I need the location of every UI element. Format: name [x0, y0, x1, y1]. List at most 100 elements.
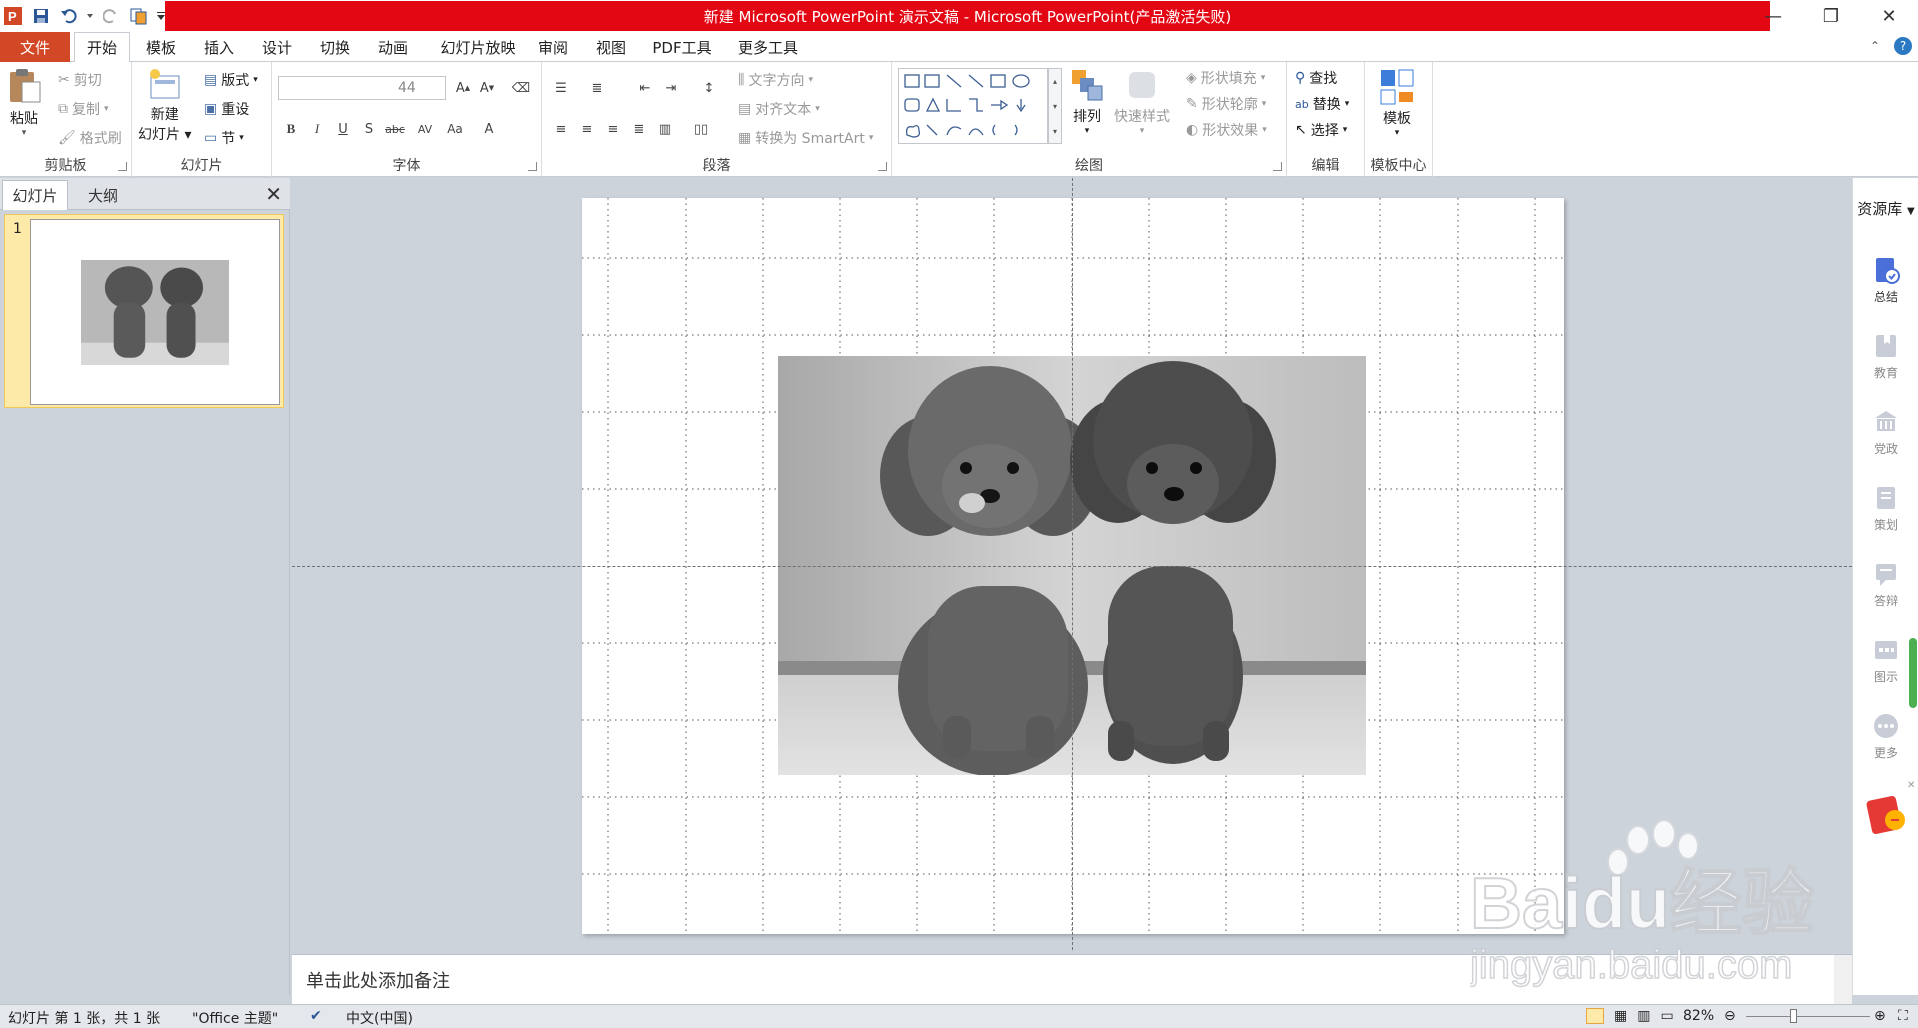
- font-name-box[interactable]: [278, 76, 398, 100]
- strikethrough-icon[interactable]: abc: [384, 118, 406, 140]
- cut-button[interactable]: ✂ 剪切: [58, 70, 102, 90]
- shapes-scroll[interactable]: ▴ ▾ ▾: [1048, 68, 1062, 144]
- tab-review[interactable]: 审阅: [530, 32, 576, 62]
- replace-button[interactable]: ab 替换 ▾: [1295, 94, 1349, 114]
- paragraph-launcher-icon[interactable]: [878, 162, 887, 171]
- sidebar-item-summary[interactable]: 总结: [1853, 256, 1918, 305]
- undo-dropdown-icon[interactable]: [86, 5, 94, 27]
- align-right-icon[interactable]: ≡: [602, 118, 624, 140]
- find-button[interactable]: ⚲ 查找: [1295, 68, 1337, 88]
- copy-button[interactable]: ⧉ 复制 ▾: [58, 99, 109, 119]
- decrease-indent-icon[interactable]: ⇤: [634, 77, 656, 99]
- fit-to-window-icon[interactable]: ⛶: [1898, 1008, 1908, 1024]
- numbering-icon[interactable]: ≣: [586, 77, 608, 99]
- section-button[interactable]: ▭ 节 ▾: [204, 128, 244, 148]
- new-slide-button[interactable]: 新建 幻灯片 ▾: [138, 68, 191, 144]
- bold-icon[interactable]: B: [280, 118, 302, 140]
- shape-fill-button[interactable]: ◈ 形状填充 ▾: [1186, 68, 1265, 88]
- font-launcher-icon[interactable]: [528, 162, 537, 171]
- grow-font-icon[interactable]: A ▲: [452, 77, 474, 99]
- bullets-icon[interactable]: ☰: [550, 77, 572, 99]
- slide-sorter-icon[interactable]: ▦: [1614, 1008, 1627, 1024]
- sidebar-scroll-indicator[interactable]: [1909, 638, 1917, 708]
- zoom-out-icon[interactable]: ⊖: [1724, 1008, 1736, 1024]
- pane-tab-outline[interactable]: 大纲: [70, 180, 136, 210]
- arrange-button[interactable]: 排列 ▾: [1070, 68, 1104, 136]
- undo-icon[interactable]: [58, 5, 80, 27]
- tab-slideshow[interactable]: 幻灯片放映: [428, 32, 528, 62]
- minimize-button[interactable]: —: [1744, 0, 1802, 32]
- collapse-ribbon-icon[interactable]: ⌃: [1870, 39, 1880, 53]
- zoom-slider-thumb[interactable]: [1790, 1009, 1797, 1023]
- clipboard-launcher-icon[interactable]: [118, 162, 127, 171]
- tab-animations[interactable]: 动画: [370, 32, 416, 62]
- paste-button[interactable]: 粘贴 ▾: [6, 68, 42, 138]
- tab-pdf-tools[interactable]: PDF工具: [646, 32, 718, 62]
- align-text-button[interactable]: ▤ 对齐文本 ▾: [738, 99, 820, 119]
- close-button[interactable]: ✕: [1860, 0, 1918, 32]
- vertical-guide[interactable]: [1072, 178, 1073, 950]
- shapes-gallery[interactable]: [898, 68, 1048, 144]
- char-spacing-icon[interactable]: AV: [414, 118, 436, 140]
- help-icon[interactable]: ?: [1894, 37, 1912, 55]
- theme-name[interactable]: "Office 主题": [192, 1008, 278, 1028]
- align-left-icon[interactable]: ≡: [550, 118, 572, 140]
- redo-icon[interactable]: [100, 5, 122, 27]
- clear-format-icon[interactable]: ⌫: [510, 77, 532, 99]
- format-painter-button[interactable]: 🖌 格式刷: [58, 128, 122, 148]
- font-size-box[interactable]: 44: [394, 76, 446, 100]
- normal-view-icon[interactable]: [1586, 1008, 1604, 1024]
- reading-view-icon[interactable]: ▥: [1637, 1008, 1650, 1024]
- distributed-icon[interactable]: ▥: [654, 118, 676, 140]
- language[interactable]: 中文(中国): [346, 1008, 413, 1028]
- shadow-icon[interactable]: S: [358, 118, 380, 140]
- shrink-font-icon[interactable]: A ▼: [476, 77, 498, 99]
- pane-tab-slides[interactable]: 幻灯片: [2, 180, 68, 210]
- restore-button[interactable]: ❐: [1802, 0, 1860, 32]
- columns-icon[interactable]: ▯▯: [690, 118, 712, 140]
- sidebar-item-defense[interactable]: 答辩: [1853, 560, 1918, 609]
- template-button[interactable]: 模板 ▾: [1379, 68, 1415, 138]
- select-button[interactable]: ↖ 选择 ▾: [1295, 120, 1347, 140]
- close-pane-icon[interactable]: ✕: [265, 182, 282, 206]
- notes-scrollbar[interactable]: [1834, 955, 1852, 1005]
- line-spacing-icon[interactable]: ↕: [698, 77, 720, 99]
- text-direction-button[interactable]: ⫼ 文字方向 ▾: [738, 70, 813, 90]
- sidebar-item-education[interactable]: 教育: [1853, 332, 1918, 381]
- shape-effects-button[interactable]: ◐ 形状效果 ▾: [1186, 120, 1267, 140]
- zoom-level[interactable]: 82%: [1683, 1008, 1714, 1024]
- tab-file[interactable]: 文件: [0, 32, 70, 62]
- shape-outline-button[interactable]: ✎ 形状轮廓 ▾: [1186, 94, 1266, 114]
- reset-button[interactable]: ▣ 重设: [204, 99, 249, 119]
- resource-library-title[interactable]: 资源库 ▼: [1853, 198, 1918, 219]
- tab-templates[interactable]: 模板: [138, 32, 184, 62]
- slide-thumbnail[interactable]: [30, 219, 280, 405]
- zoom-slider[interactable]: [1746, 1016, 1870, 1017]
- underline-icon[interactable]: U: [332, 118, 354, 140]
- tab-insert[interactable]: 插入: [196, 32, 242, 62]
- tab-view[interactable]: 视图: [588, 32, 634, 62]
- tab-more-tools[interactable]: 更多工具: [730, 32, 806, 62]
- spellcheck-icon[interactable]: ✔: [310, 1008, 322, 1024]
- drawing-launcher-icon[interactable]: [1273, 162, 1282, 171]
- italic-icon[interactable]: I: [306, 118, 328, 140]
- sidebar-item-party-gov[interactable]: 党政: [1853, 408, 1918, 457]
- tab-transitions[interactable]: 切换: [312, 32, 358, 62]
- start-slideshow-icon[interactable]: [128, 5, 150, 27]
- red-envelope-icon[interactable]: [1865, 790, 1909, 840]
- increase-indent-icon[interactable]: ⇥: [660, 77, 682, 99]
- change-case-icon[interactable]: Aa: [444, 118, 466, 140]
- slideshow-view-icon[interactable]: ▭: [1660, 1008, 1673, 1024]
- font-color-icon[interactable]: A: [478, 118, 500, 140]
- tab-home[interactable]: 开始: [74, 32, 130, 63]
- quick-styles-button[interactable]: 快速样式 ▾: [1114, 68, 1170, 136]
- tab-design[interactable]: 设计: [254, 32, 300, 62]
- smartart-button[interactable]: ▦ 转换为 SmartArt ▾: [738, 128, 873, 148]
- layout-button[interactable]: ▤ 版式 ▾: [204, 70, 258, 90]
- slide-thumbnail-row[interactable]: 1: [4, 214, 284, 408]
- notes-placeholder[interactable]: 单击此处添加备注: [306, 967, 450, 993]
- align-center-icon[interactable]: ≡: [576, 118, 598, 140]
- sidebar-item-more[interactable]: 更多: [1853, 712, 1918, 761]
- zoom-in-icon[interactable]: ⊕: [1874, 1008, 1886, 1024]
- justify-icon[interactable]: ≣: [628, 118, 650, 140]
